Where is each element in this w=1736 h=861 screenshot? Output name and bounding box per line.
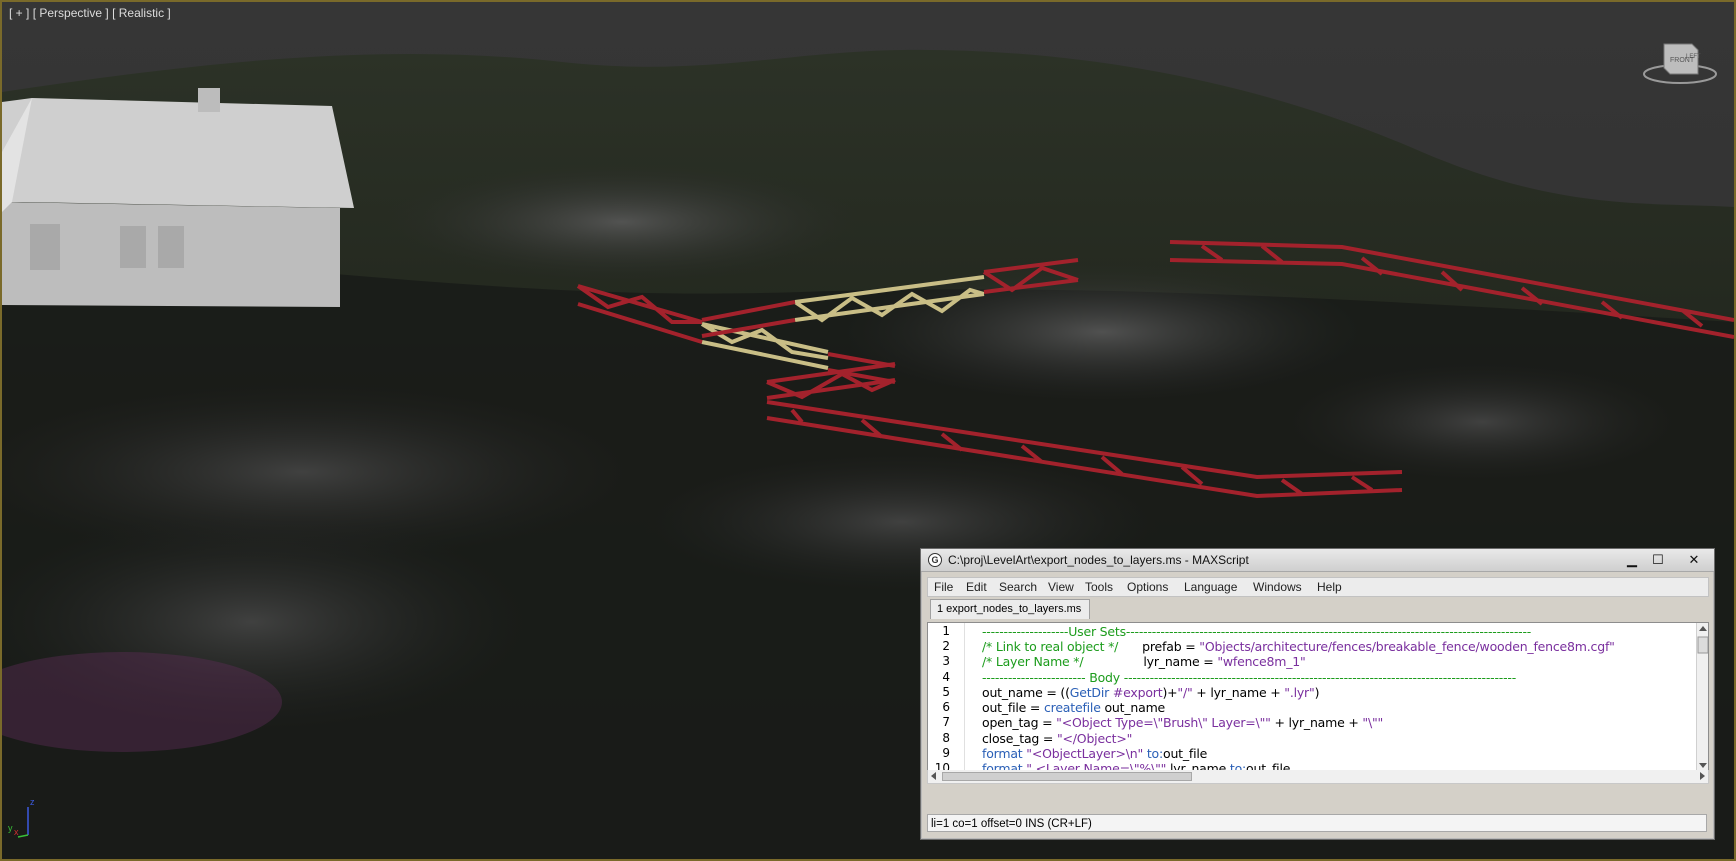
code-comment: /* Layer Name */ [982,654,1084,669]
code-token: out_name [1100,700,1166,715]
menu-tools[interactable]: Tools [1085,580,1113,594]
code-line: ------------------------ Body ----------… [982,670,1517,685]
line-number: 6 [942,700,950,714]
menu-file[interactable]: File [934,580,953,594]
viewcube-icon[interactable]: FRONT LEFT [1642,38,1718,86]
line-number: 5 [942,685,950,699]
minimize-button[interactable]: ▁ [1620,551,1644,568]
code-token: + lyr_name + [1270,715,1363,730]
code-string: "/" [1177,685,1193,700]
code-token: out_file = [982,700,1044,715]
document-tabbar: 1 export_nodes_to_layers.ms [927,599,1707,619]
code-token: )+ [1162,685,1178,700]
scroll-arrows-icon [1697,626,1708,768]
menu-options[interactable]: Options [1127,580,1168,594]
axis-tripod-icon: y x z [8,797,35,838]
code-string: "<Object Type=\"Brush\" Layer=\"" [1056,715,1271,730]
code-function: createfile [1043,700,1101,715]
line-number: 4 [942,670,950,684]
house-model[interactable] [2,88,354,307]
line-number: 1 [942,624,950,638]
line-number: 7 [942,715,950,729]
code-string: "<ObjectLayer>\n" [1026,746,1144,761]
line-number: 9 [942,746,950,760]
code-comment: /* Link to real object */ [982,639,1119,654]
code-token: out_file [1163,746,1208,761]
code-line: open_tag = "<Object Type=\"Brush\" Layer… [982,715,1383,730]
line-number: 2 [942,639,950,653]
code-token: out_name = (( [982,685,1070,700]
code-line: out_name = ((GetDir #export)+"/" + lyr_n… [982,685,1319,700]
code-line: --------------------User Sets-----------… [982,624,1532,639]
code-line: format "<ObjectLayer>\n" to:out_file [982,746,1207,761]
editor-titlebar[interactable]: G C:\proj\LevelArt\export_nodes_to_layer… [921,549,1714,572]
code-string: "wfence8m_1" [1217,654,1306,669]
viewport-view-menu[interactable]: [ Perspective ] [33,6,109,20]
code-function: format [982,746,1023,761]
close-button[interactable]: ✕ [1682,551,1706,568]
code-token: open_tag = [982,715,1057,730]
menu-help[interactable]: Help [1317,580,1342,594]
maxscript-editor-window[interactable]: G C:\proj\LevelArt\export_nodes_to_layer… [920,548,1715,840]
code-string: "</Object>" [1056,731,1133,746]
terrain-patch [382,162,862,282]
code-symbol: #export [1112,685,1163,700]
code-token: close_tag = [982,731,1057,746]
status-bar: li=1 co=1 offset=0 INS (CR+LF) [927,814,1707,832]
axis-x-label: x [14,827,19,837]
line-number: 8 [942,731,950,745]
menu-edit[interactable]: Edit [966,580,987,594]
maximize-button[interactable]: ☐ [1646,551,1670,568]
menu-view[interactable]: View [1048,580,1074,594]
document-tab[interactable]: 1 export_nodes_to_layers.ms [930,599,1091,619]
line-number: 3 [942,654,950,668]
code-string: "Objects/architecture/fences/breakable_f… [1199,639,1615,654]
code-line: /* Link to real object */ prefab = "Objec… [982,639,1615,654]
viewport-label: [ + ] [ Perspective ] [ Realistic ] [9,6,171,20]
axis-y-label: y [8,823,13,833]
horizontal-scroll-thumb[interactable] [942,772,1192,781]
axis-z-label: z [30,797,35,807]
viewport-shading-menu[interactable]: [ Realistic ] [112,6,171,20]
terrain-patch [1282,362,1682,482]
code-string: "\"" [1362,715,1384,730]
code-editor[interactable]: 1 2 3 4 5 6 7 8 9 10 -------------------… [927,622,1709,772]
menu-search[interactable]: Search [999,580,1037,594]
code-line: close_tag = "</Object>" [982,731,1132,746]
viewport-plus-menu[interactable]: [ + ] [9,6,29,20]
code-string: ".lyr" [1284,685,1315,700]
line-number-gutter: 1 2 3 4 5 6 7 8 9 10 [928,623,965,771]
vertical-scrollbar[interactable] [1696,623,1708,771]
terrain-patch [842,262,1362,402]
window-title: C:\proj\LevelArt\export_nodes_to_layers.… [948,553,1249,567]
code-keyword: to: [1146,746,1163,761]
viewcube-left-label: LEFT [1686,54,1701,60]
code-token: prefab = [1142,639,1200,654]
code-line: /* Layer Name */ lyr_name = "wfence8m_1" [982,654,1306,669]
code-token: + lyr_name + [1192,685,1285,700]
code-function: GetDir [1069,685,1110,700]
code-token: lyr_name = [1143,654,1218,669]
code-token: ) [1314,685,1320,700]
code-line: out_file = createfile out_name [982,700,1165,715]
horizontal-scrollbar[interactable] [927,770,1709,784]
editor-menubar: File Edit Search View Tools Options Lang… [927,577,1709,597]
menu-language[interactable]: Language [1184,580,1237,594]
menu-windows[interactable]: Windows [1253,580,1302,594]
maxscript-app-icon: G [928,553,942,567]
